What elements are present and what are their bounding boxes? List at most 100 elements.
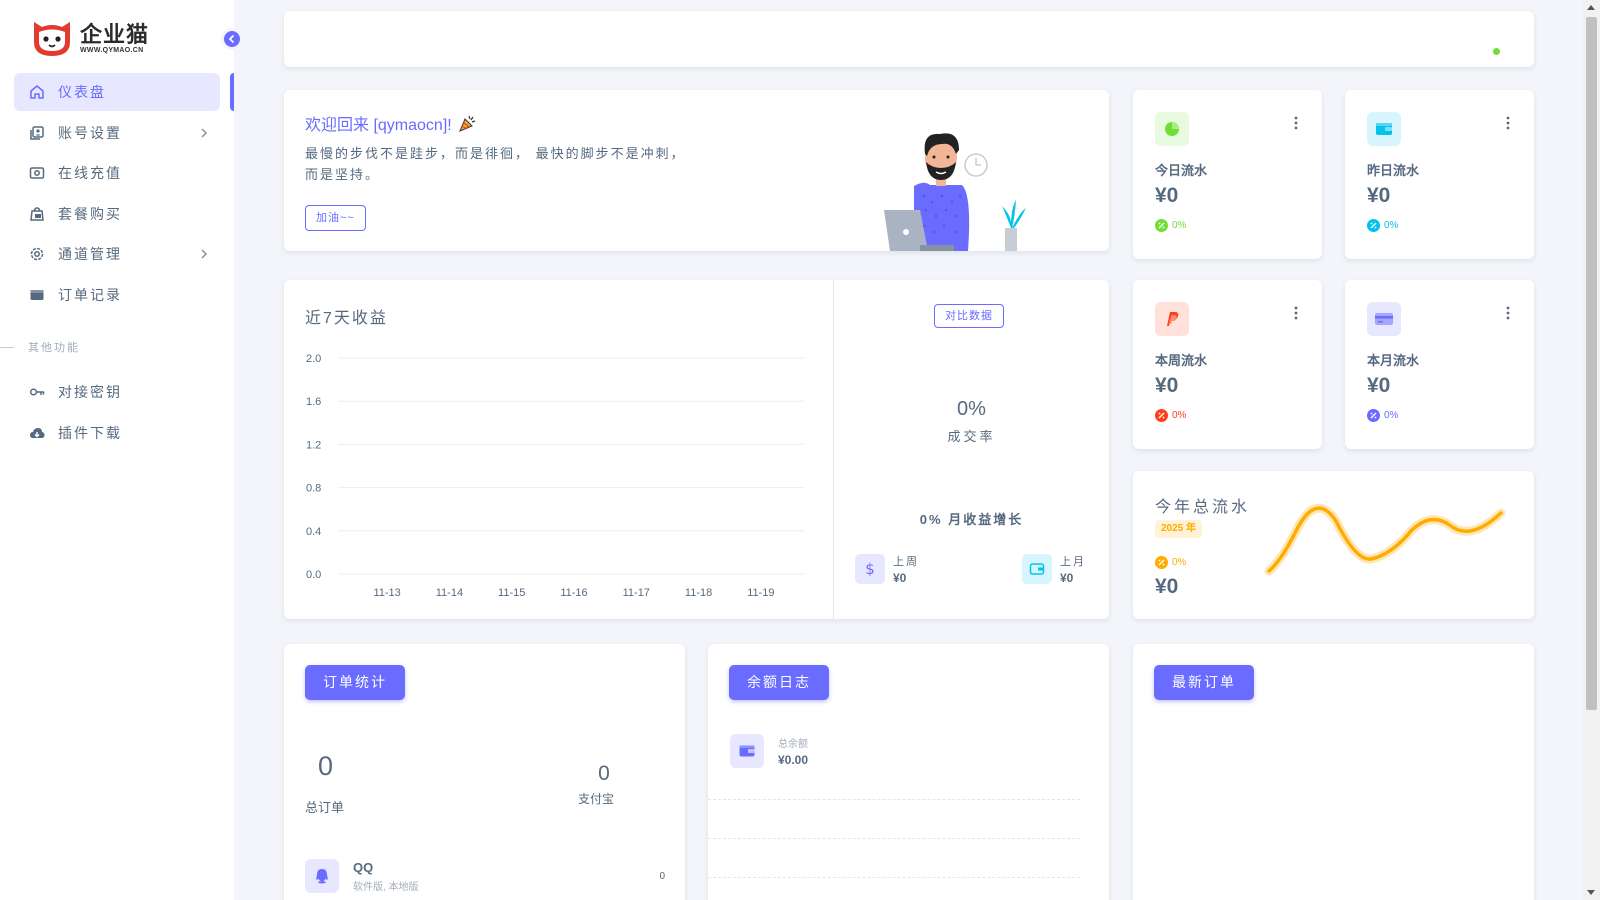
logo-text: 企业猫 — [80, 21, 150, 47]
y-tick-label: 0.8 — [306, 483, 321, 495]
list-item: QQ 软件版, 本地版 0 — [305, 859, 665, 893]
more-vertical-icon[interactable] — [1294, 116, 1298, 130]
more-vertical-icon[interactable] — [1506, 116, 1510, 130]
gear-icon — [28, 245, 46, 263]
sidebar-item-plugin-download[interactable]: 插件下载 — [14, 414, 220, 452]
x-tick-label: 11-18 — [685, 587, 712, 599]
stat-value: ¥0 — [1367, 374, 1391, 397]
stat-percent: 0% — [1367, 409, 1398, 422]
sidebar-item-account-settings[interactable]: 账号设置 — [14, 114, 220, 152]
sidebar-item-dashboard[interactable]: 仪表盘 — [14, 73, 220, 111]
scroll-up-icon[interactable] — [1587, 5, 1595, 10]
total-balance: 总余额 ¥0.00 — [730, 734, 808, 768]
divider — [833, 280, 834, 619]
compare-data-button[interactable]: 对比数据 — [934, 304, 1004, 328]
revenue-chart-card: 近7天收益 2.0 1.6 1.2 0.8 0.4 0.0 11-13 11-14 11-15 1… — [284, 280, 1109, 619]
developer-illustration-icon — [884, 133, 1026, 251]
stat-label: 本月流水 — [1367, 353, 1420, 368]
sidebar-item-label: 账号设置 — [58, 124, 122, 141]
wallet-icon — [1022, 554, 1052, 584]
alipay-orders-value: 0 — [598, 762, 610, 785]
active-indicator — [230, 73, 234, 111]
main-nav: 仪表盘 账号设置 在线充值 套餐购买 通道管理 订单记录 — [14, 73, 220, 316]
percent-icon — [1367, 219, 1380, 232]
key-icon — [28, 383, 46, 401]
year-badge: 2025 年 — [1155, 520, 1203, 538]
cat-logo-icon — [30, 18, 74, 58]
total-orders-value: 0 — [318, 751, 334, 781]
stat-label: 今日流水 — [1155, 163, 1208, 178]
y-tick-label: 0.0 — [306, 569, 321, 581]
latest-orders-card: 最新订单 — [1133, 644, 1534, 900]
secondary-nav: 对接密钥 插件下载 — [14, 373, 220, 454]
welcome-title: 欢迎回来 [qymaocn]! — [305, 111, 478, 135]
latest-orders-button[interactable]: 最新订单 — [1154, 665, 1254, 700]
sidebar-item-api-key[interactable]: 对接密钥 — [14, 373, 220, 411]
sidebar-item-label: 对接密钥 — [58, 384, 122, 400]
chevron-right-icon — [201, 249, 208, 259]
package-icon — [28, 205, 46, 223]
sidebar-item-label: 在线充值 — [58, 165, 122, 181]
stat-percent: 0% — [1155, 219, 1186, 232]
cheer-button[interactable]: 加油~~ — [305, 205, 366, 231]
sidebar-item-recharge[interactable]: 在线充值 — [14, 154, 220, 192]
sidebar: 企业猫 WWW.QYMAO.CN 仪表盘 账号设置 在线充值 套餐购买 通道管理… — [0, 0, 234, 900]
x-tick-label: 11-17 — [623, 587, 650, 599]
dollar-icon: $ — [855, 554, 885, 584]
cloud-download-icon — [28, 424, 46, 442]
scroll-down-icon[interactable] — [1587, 890, 1595, 895]
channel-count: 0 — [659, 870, 665, 882]
x-tick-label: 11-19 — [747, 587, 774, 599]
account-icon — [28, 124, 46, 142]
pie-chart-icon — [1155, 112, 1189, 146]
sidebar-collapse-button[interactable] — [221, 28, 243, 50]
welcome-quote: 最慢的步伐不是跬步，而是徘徊， 最快的脚步不是冲刺， 而是坚持。 — [305, 146, 686, 182]
channel-sub: 软件版, 本地版 — [353, 881, 419, 893]
stat-value: ¥0 — [1367, 184, 1391, 207]
stat-card-month: 本月流水 ¥0 0% — [1345, 280, 1534, 449]
party-popper-icon — [458, 115, 475, 132]
percent-icon — [1155, 409, 1168, 422]
more-vertical-icon[interactable] — [1506, 306, 1510, 320]
svg-text:$: $ — [865, 561, 875, 577]
welcome-card: 欢迎回来 [qymaocn]! 最慢的步伐不是跬步，而是徘徊， 最快的脚步不是冲… — [284, 90, 1109, 251]
top-navbar — [284, 11, 1534, 67]
monthly-growth: 0% 月收益增长 — [919, 512, 1024, 527]
paypal-icon — [1155, 302, 1189, 336]
wallet-icon — [1367, 112, 1401, 146]
home-icon — [28, 83, 46, 101]
wallet-icon — [730, 734, 764, 768]
y-tick-label: 1.2 — [306, 439, 321, 451]
year-trend-sparkline — [1264, 503, 1506, 576]
stat-card-yesterday: 昨日流水 ¥0 0% — [1345, 90, 1534, 259]
sidebar-item-label: 插件下载 — [58, 424, 122, 441]
sidebar-item-orders[interactable]: 订单记录 — [14, 276, 220, 314]
page-scrollbar[interactable] — [1583, 0, 1600, 900]
last-month-summary: 上月 ¥0 — [1022, 553, 1086, 585]
stat-card-today: 今日流水 ¥0 0% — [1133, 90, 1322, 259]
credit-card-icon — [1367, 302, 1401, 336]
sidebar-item-channel[interactable]: 通道管理 — [14, 235, 220, 273]
sidebar-item-label: 仪表盘 — [58, 84, 106, 100]
y-tick-label: 0.4 — [306, 526, 321, 538]
divider — [708, 799, 1080, 800]
order-stats-button[interactable]: 订单统计 — [305, 665, 405, 700]
more-vertical-icon[interactable] — [1294, 306, 1298, 320]
wallet-icon — [28, 286, 46, 304]
divider — [708, 838, 1080, 839]
alipay-orders-label: 支付宝 — [578, 792, 615, 806]
percent-icon — [1155, 556, 1168, 569]
sidebar-item-label: 通道管理 — [58, 246, 122, 262]
scrollbar-thumb[interactable] — [1586, 17, 1597, 710]
sidebar-item-package[interactable]: 套餐购买 — [14, 195, 220, 233]
channel-name: QQ — [353, 859, 374, 875]
balance-log-button[interactable]: 余额日志 — [729, 665, 829, 700]
y-tick-label: 2.0 — [306, 353, 321, 365]
chevron-right-icon — [201, 127, 208, 138]
balance-log-card: 余额日志 总余额 ¥0.00 — [708, 644, 1109, 900]
revenue-chart: 2.0 1.6 1.2 0.8 0.4 0.0 11-13 11-14 11-15 11-16 11… — [306, 353, 804, 599]
year-total-value: ¥0 — [1155, 575, 1179, 598]
stat-percent: 0% — [1155, 409, 1186, 422]
chevron-left-icon — [228, 34, 235, 44]
logo[interactable]: 企业猫 WWW.QYMAO.CN — [30, 18, 149, 58]
